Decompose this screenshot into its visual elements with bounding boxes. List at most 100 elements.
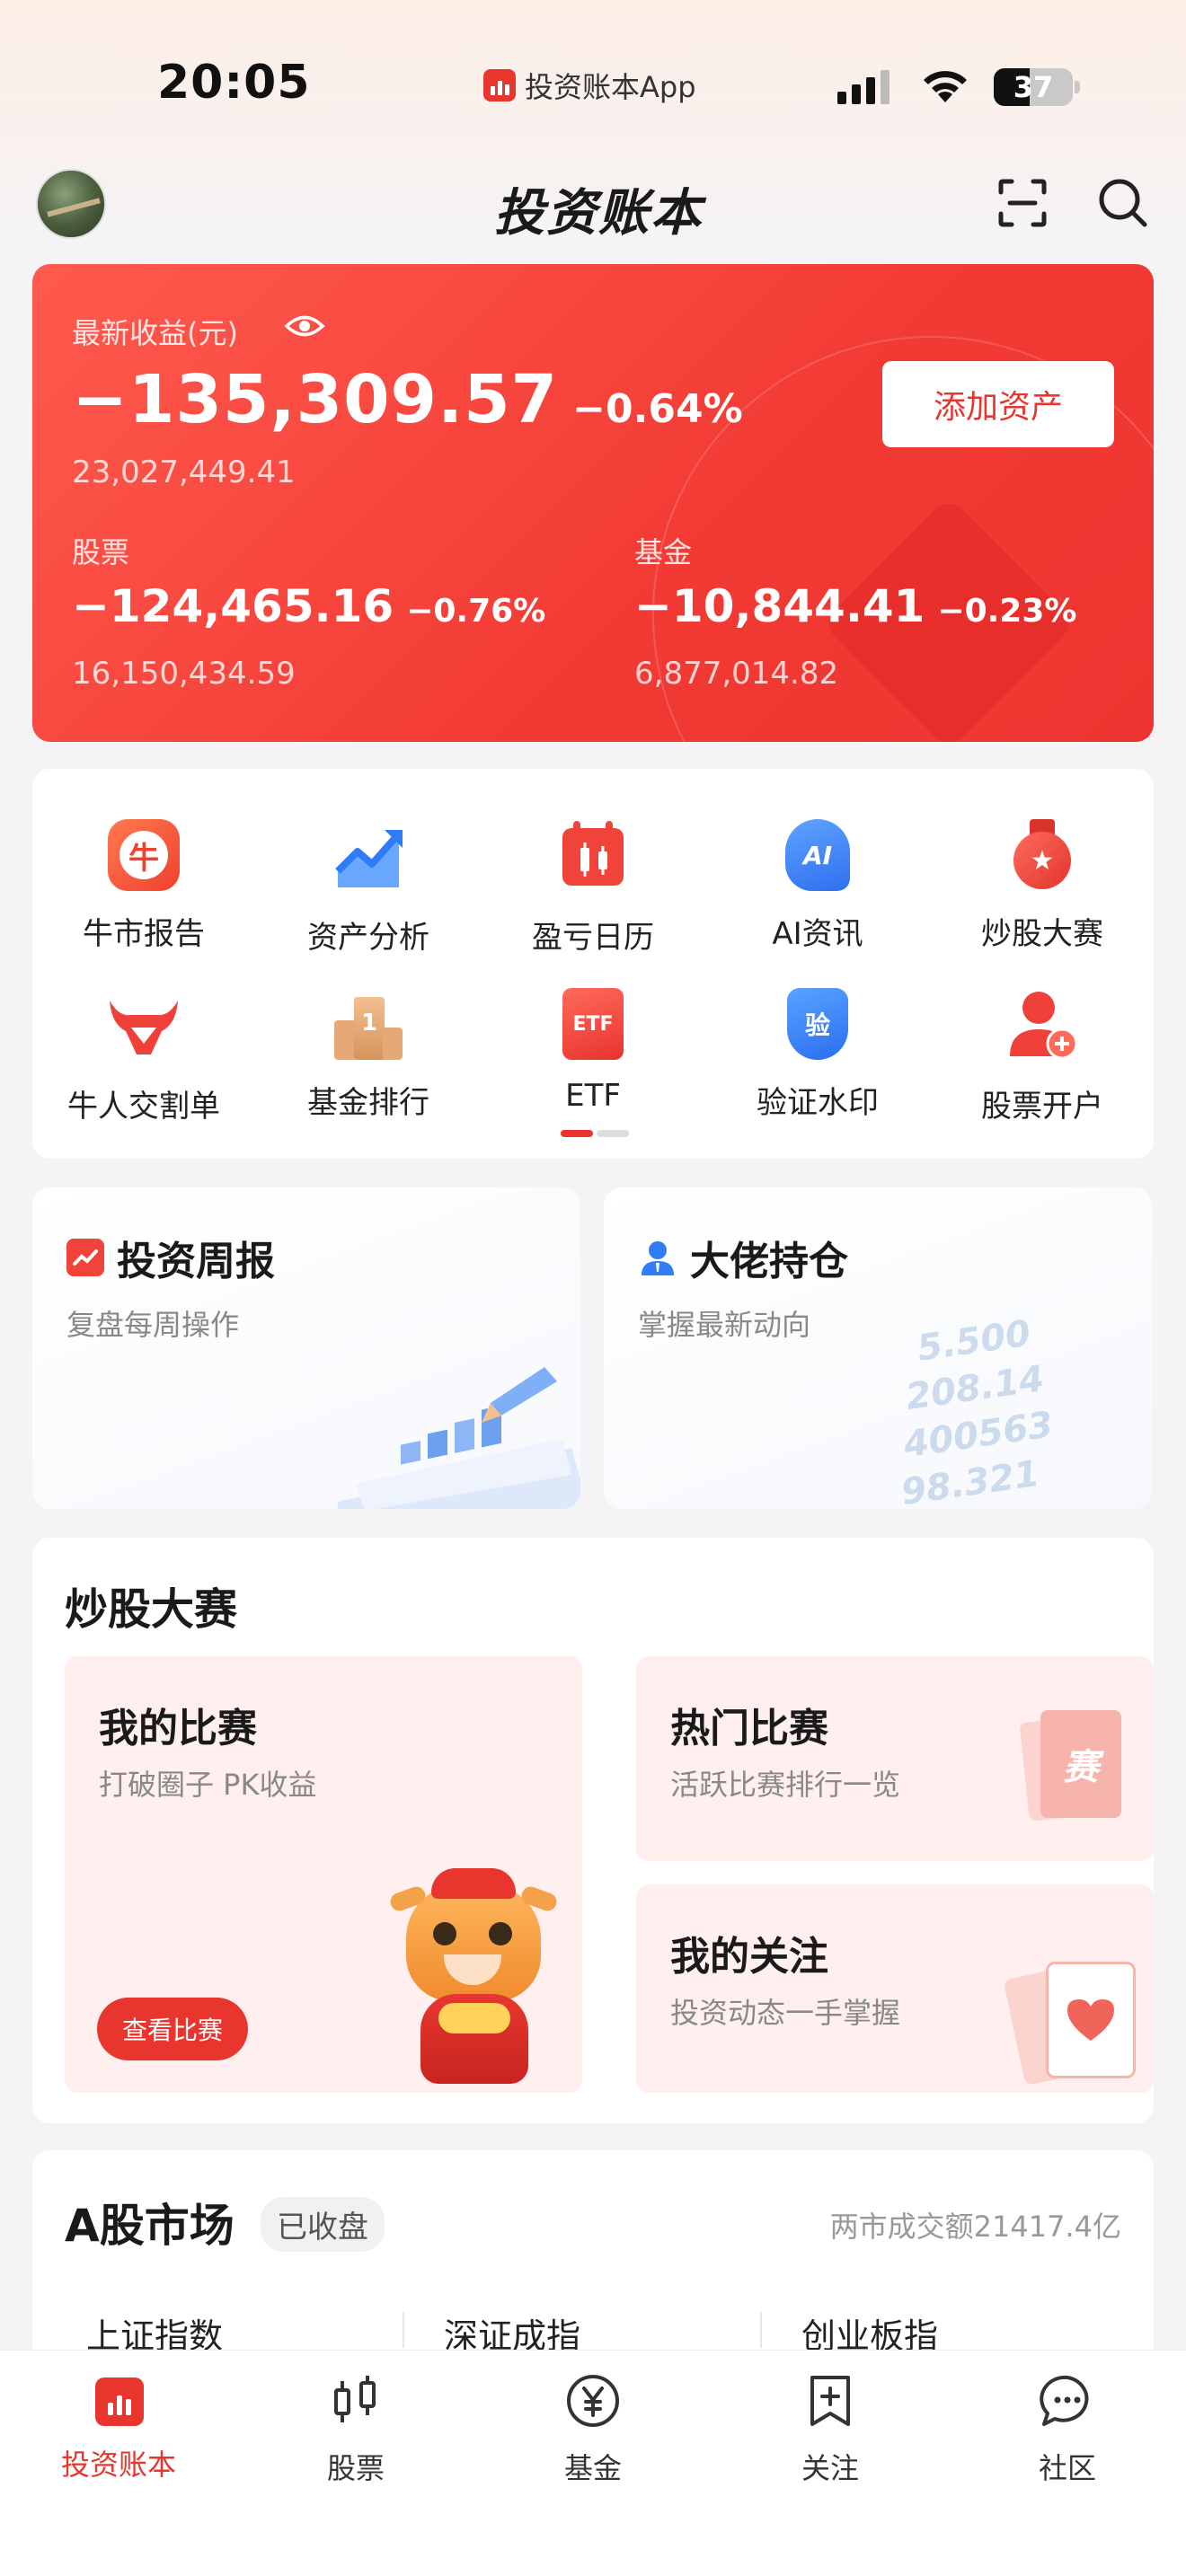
- bookmark-plus-icon: [810, 2376, 850, 2426]
- index-divider: [403, 2312, 404, 2348]
- weekly-report-title: 投资周报: [117, 1239, 275, 1284]
- battery-level: 37: [1013, 70, 1054, 104]
- funds-label: 基金: [634, 535, 693, 569]
- bull-report-icon: 牛: [104, 816, 183, 895]
- shortcut-label: 基金排行: [307, 1085, 429, 1121]
- stocks-assets: 16,150,434.59: [72, 656, 296, 692]
- app-indicator-label: 投资账本App: [525, 70, 696, 104]
- status-time: 20:05: [157, 56, 311, 110]
- funds-earnings-value: −10,844.41: [634, 580, 925, 632]
- tab-label: 关注: [801, 2451, 859, 2485]
- add-user-icon: [1010, 992, 1078, 1060]
- battery-tip: [1075, 81, 1080, 93]
- back-to-app-indicator[interactable]: 投资账本App: [483, 65, 696, 106]
- my-follows-subtitle: 投资动态一手掌握: [670, 1996, 901, 2030]
- add-asset-button[interactable]: 添加资产: [882, 361, 1114, 447]
- my-follows-title: 我的关注: [670, 1934, 828, 1980]
- my-contest-title: 我的比赛: [99, 1706, 257, 1751]
- decorative-number-panel: 5.500 208.14 400563 98.321: [898, 1312, 1056, 1509]
- shortcut-label: 炒股大赛: [981, 916, 1103, 952]
- tab-label: 股票: [326, 2451, 385, 2485]
- view-contest-button[interactable]: 查看比赛: [97, 1998, 248, 2060]
- shortcut-etf[interactable]: ETF ETF: [503, 984, 683, 1114]
- tab-label: 社区: [1038, 2451, 1096, 2485]
- shortcut-asset-analysis[interactable]: 资产分析: [279, 816, 458, 957]
- funds-earnings-pct: −0.23%: [937, 593, 1077, 630]
- shortcut-grid: 牛 牛市报告 资产分析 盈亏日历 AI AI资讯 ★ 炒股大赛 牛人交割单 1 …: [32, 769, 1154, 1159]
- earnings-summary-card[interactable]: 最新收益(元) −135,309.57 −0.64% 23,027,449.41…: [32, 264, 1154, 742]
- hot-contest-subtitle: 活跃比赛排行一览: [670, 1768, 901, 1802]
- my-contest-card[interactable]: 我的比赛 打破圈子 PK收益 查看比赛: [65, 1656, 582, 2093]
- heart-icon: [1046, 1962, 1136, 2078]
- battery-icon: 37: [994, 68, 1073, 106]
- shortcut-label: 牛市报告: [83, 916, 205, 952]
- big-holder-subtitle: 掌握最新动向: [638, 1308, 811, 1342]
- app-chart-icon: [483, 69, 516, 101]
- medal-icon: ★: [1003, 816, 1082, 895]
- tab-ledger[interactable]: 投资账本: [29, 2372, 208, 2483]
- report-illustration: [338, 1367, 580, 1509]
- latest-earnings-value: −135,309.57: [72, 361, 559, 438]
- scan-icon[interactable]: [997, 178, 1048, 228]
- stocks-earnings-value: −124,465.16: [72, 580, 394, 632]
- bull-mascot-image: [381, 1868, 561, 2093]
- person-icon: [638, 1238, 677, 1277]
- trend-chart-icon: [335, 830, 403, 887]
- calendar-icon: [562, 821, 624, 886]
- contest-section-title: 炒股大赛: [65, 1584, 238, 1635]
- big-holder-positions-card[interactable]: 大佬持仓 掌握最新动向 5.500 208.14 400563 98.321: [604, 1187, 1152, 1509]
- shortcut-ai-news[interactable]: AI AI资讯: [728, 816, 907, 953]
- shortcut-label: ETF: [565, 1078, 621, 1114]
- big-holder-title: 大佬持仓: [690, 1239, 848, 1284]
- my-follows-card[interactable]: 我的关注 投资动态一手掌握: [636, 1884, 1154, 2093]
- hot-contest-title: 热门比赛: [670, 1706, 828, 1751]
- cellular-signal-icon: [837, 70, 890, 104]
- index-divider: [760, 2312, 762, 2348]
- market-status-badge: 已收盘: [261, 2197, 385, 2252]
- tab-stocks[interactable]: 股票: [266, 2372, 446, 2487]
- weekly-report-card[interactable]: 投资周报 复盘每周操作: [32, 1187, 580, 1509]
- total-assets: 23,027,449.41: [72, 454, 296, 490]
- eye-icon[interactable]: [284, 311, 325, 341]
- page-indicator: [561, 1130, 629, 1137]
- stock-contest-section: 炒股大赛 我的比赛 打破圈子 PK收益 查看比赛 热门比赛 活跃比赛排行一览 赛…: [32, 1538, 1154, 2123]
- stocks-earnings-pct: −0.76%: [406, 593, 546, 630]
- shortcut-label: 牛人交割单: [67, 1089, 220, 1125]
- search-icon[interactable]: [1096, 176, 1150, 230]
- shortcut-expert-trades[interactable]: 牛人交割单: [54, 984, 234, 1125]
- stocks-label: 股票: [72, 535, 130, 569]
- latest-earnings-pct: −0.64%: [572, 386, 743, 432]
- bottom-tab-bar: 投资账本 股票 基金 关注 社区: [0, 2350, 1186, 2576]
- shortcut-verify-watermark[interactable]: 验 验证水印: [728, 984, 907, 1122]
- latest-earnings-label: 最新收益(元): [72, 316, 238, 350]
- tab-watchlist[interactable]: 关注: [740, 2372, 920, 2487]
- shortcut-stock-contest[interactable]: ★ 炒股大赛: [952, 816, 1132, 953]
- wifi-icon: [924, 71, 967, 102]
- funds-assets: 6,877,014.82: [634, 656, 839, 692]
- avatar[interactable]: [36, 169, 106, 239]
- candlestick-icon: [334, 2376, 376, 2422]
- my-contest-subtitle: 打破圈子 PK收益: [99, 1768, 317, 1802]
- shortcut-pnl-calendar[interactable]: 盈亏日历: [503, 816, 683, 957]
- market-turnover: 两市成交额21417.4亿: [829, 2210, 1121, 2244]
- shortcut-label: 验证水印: [757, 1085, 879, 1121]
- bull-head-icon: [110, 1001, 178, 1054]
- market-title: A股市场: [65, 2200, 235, 2252]
- chat-bubble-icon: [1040, 2375, 1089, 2426]
- podium-icon: 1: [329, 984, 408, 1063]
- hot-contest-card[interactable]: 热门比赛 活跃比赛排行一览 赛: [636, 1656, 1154, 1861]
- shortcut-open-account[interactable]: 股票开户: [952, 984, 1132, 1125]
- weekly-report-subtitle: 复盘每周操作: [66, 1308, 240, 1342]
- tab-label: 投资账本: [60, 2448, 176, 2482]
- yen-circle-icon: [567, 2375, 619, 2427]
- tab-label: 基金: [563, 2451, 622, 2485]
- etf-ticket-icon: ETF: [553, 984, 633, 1063]
- tab-funds[interactable]: 基金: [503, 2372, 683, 2487]
- tab-community[interactable]: 社区: [978, 2372, 1157, 2487]
- shortcut-fund-ranking[interactable]: 1 基金排行: [279, 984, 458, 1122]
- contest-badge-icon: 赛: [1040, 1710, 1121, 1818]
- weekly-report-icon: [66, 1239, 104, 1276]
- shortcut-label: 盈亏日历: [532, 920, 654, 956]
- shortcut-label: 股票开户: [981, 1089, 1103, 1125]
- shortcut-bull-report[interactable]: 牛 牛市报告: [54, 816, 234, 953]
